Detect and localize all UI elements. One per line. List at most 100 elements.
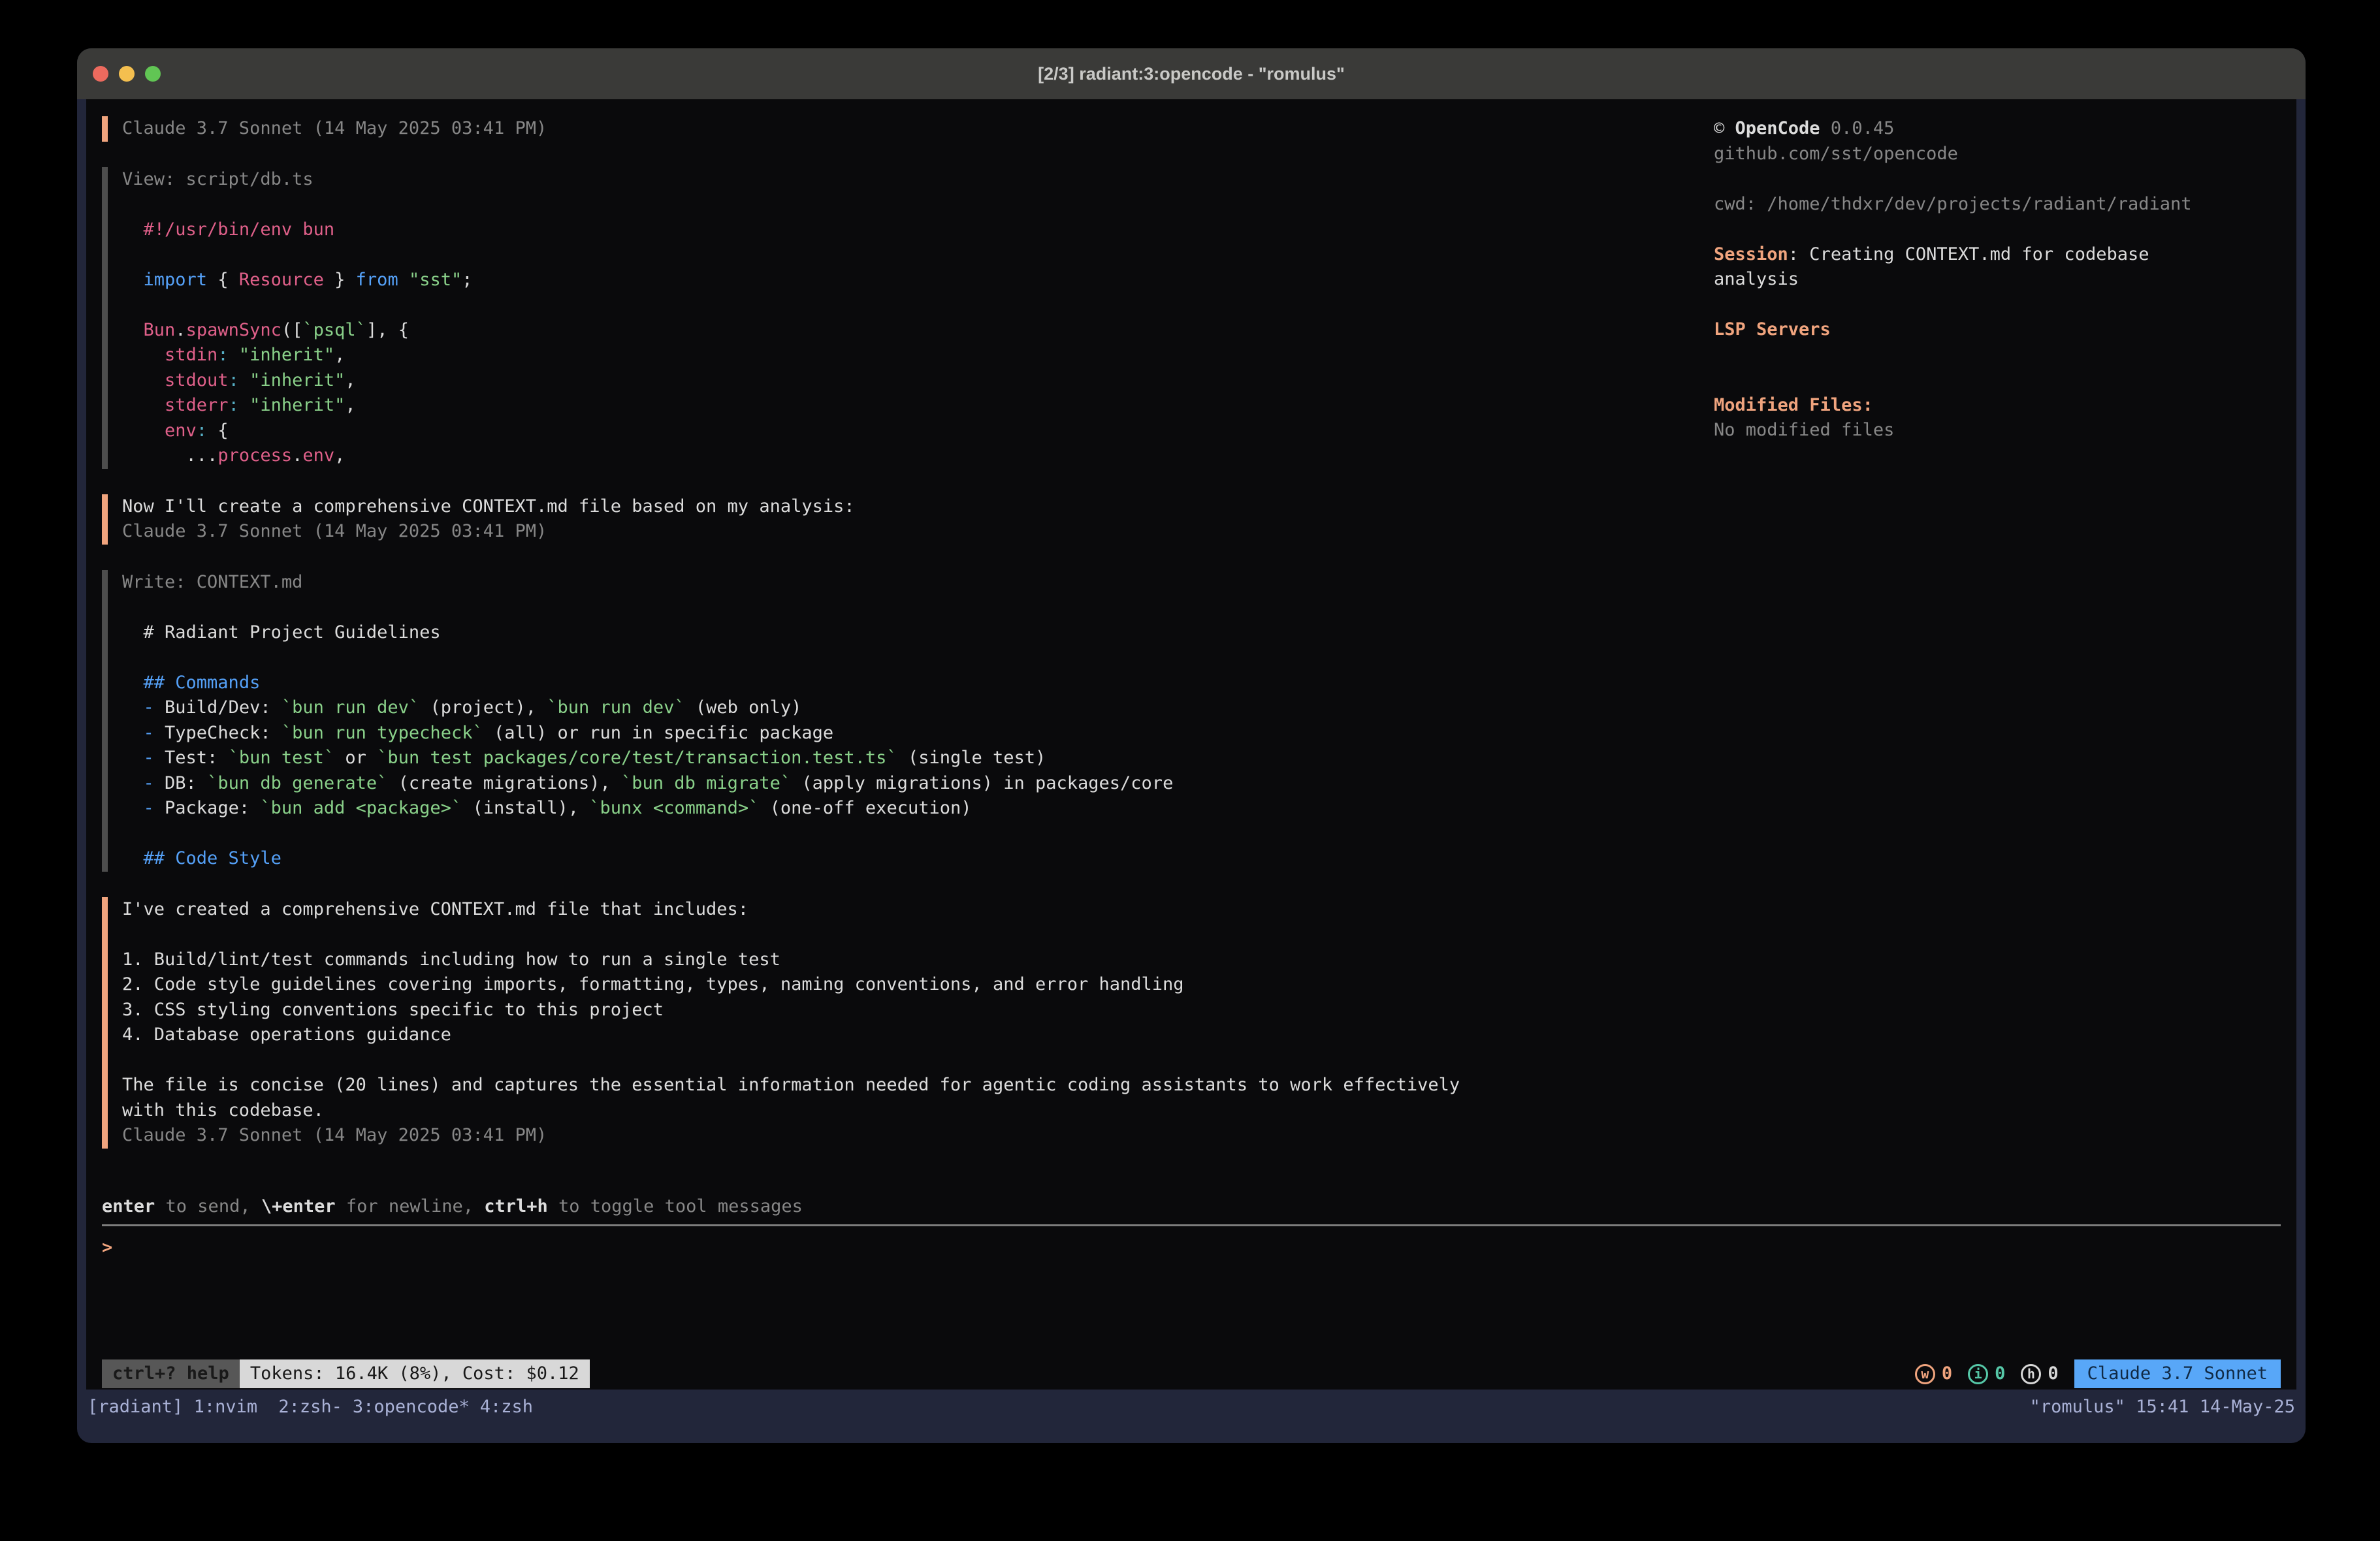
text-segment: - xyxy=(144,798,154,818)
terminal-line: Session: Creating CONTEXT.md for codebas… xyxy=(1714,242,2281,268)
text-segment: ], { xyxy=(366,320,409,340)
help-shortcut-badge[interactable]: ctrl+? help xyxy=(102,1359,240,1388)
terminal-line xyxy=(1714,368,2281,393)
text-segment xyxy=(122,421,165,441)
content-row: Claude 3.7 Sonnet (14 May 2025 03:41 PM)… xyxy=(102,116,2281,1194)
assistant-message-block: Now I'll create a comprehensive CONTEXT.… xyxy=(102,494,1714,545)
text-segment: ([ xyxy=(281,320,303,340)
text-segment: "sst" xyxy=(409,270,462,290)
text-segment: process xyxy=(217,445,292,466)
terminal-line: 4. Database operations guidance xyxy=(122,1023,1714,1048)
terminal-line: Write: CONTEXT.md xyxy=(122,570,1714,596)
text-segment xyxy=(122,345,165,365)
text-segment: `bun add <package>` xyxy=(260,798,462,818)
window-title: [2/3] radiant:3:opencode - "romulus" xyxy=(77,64,2306,84)
diagnostics: w0i0h0 xyxy=(1915,1361,2059,1387)
model-badge[interactable]: Claude 3.7 Sonnet xyxy=(2074,1359,2281,1388)
text-segment: Claude 3.7 Sonnet (14 May 2025 03:41 PM) xyxy=(122,1125,547,1145)
text-segment: stdout xyxy=(165,370,229,390)
assistant-header-block: Claude 3.7 Sonnet (14 May 2025 03:41 PM) xyxy=(102,116,1714,142)
text-segment: \+enter xyxy=(261,1196,336,1216)
chat-transcript: Claude 3.7 Sonnet (14 May 2025 03:41 PM)… xyxy=(102,116,1714,1194)
info-circle-icon: i xyxy=(1968,1364,1988,1384)
text-segment: , xyxy=(334,445,345,466)
text-segment: 3. CSS styling conventions specific to t… xyxy=(122,1000,664,1020)
text-segment: "inherit" xyxy=(239,345,334,365)
text-segment: spawnSync xyxy=(186,320,281,340)
text-segment: { xyxy=(207,270,239,290)
text-segment: . xyxy=(175,320,185,340)
text-segment: (all) or run in specific package xyxy=(483,723,833,743)
terminal-line: github.com/sst/opencode xyxy=(1714,142,2281,167)
text-segment: : xyxy=(229,395,239,415)
window-titlebar[interactable]: [2/3] radiant:3:opencode - "romulus" xyxy=(77,48,2306,99)
text-segment: `bun test` xyxy=(229,748,335,768)
terminal-line: # Radiant Project Guidelines xyxy=(122,620,1714,646)
status-right: w0i0h0 Claude 3.7 Sonnet xyxy=(1915,1359,2281,1388)
text-segment: ## Commands xyxy=(144,673,261,693)
text-segment: . xyxy=(292,445,302,466)
text-segment: Package: xyxy=(154,798,261,818)
terminal-line: 3. CSS styling conventions specific to t… xyxy=(122,998,1714,1023)
terminal-line: Claude 3.7 Sonnet (14 May 2025 03:41 PM) xyxy=(122,116,1714,142)
text-segment: `bun db migrate` xyxy=(621,773,791,793)
text-segment: No modified files xyxy=(1714,420,1894,440)
text-segment xyxy=(122,219,144,240)
diagnostic-counter: w0 xyxy=(1915,1361,1952,1387)
text-segment: to send, xyxy=(155,1196,261,1216)
tmux-windows: 1:nvim 2:zsh- 3:opencode* 4:zsh xyxy=(194,1397,533,1417)
tmux-window-item[interactable]: 1:nvim xyxy=(194,1397,268,1417)
assistant-summary-block: I've created a comprehensive CONTEXT.md … xyxy=(102,897,1714,1149)
text-segment: (install), xyxy=(462,798,589,818)
warning-circle-icon: w xyxy=(1915,1364,1935,1384)
terminal-line: © OpenCode 0.0.45 xyxy=(1714,116,2281,142)
tmux-clock: "romulus" 15:41 14-May-25 xyxy=(2030,1397,2295,1417)
diagnostic-count: 0 xyxy=(1995,1361,2005,1387)
terminal-line: ...process.env, xyxy=(122,443,1714,469)
text-segment: 1. Build/lint/test commands including ho… xyxy=(122,949,780,970)
text-segment: 2. Code style guidelines covering import… xyxy=(122,974,1184,994)
text-segment: Resource xyxy=(239,270,324,290)
text-segment: 4. Database operations guidance xyxy=(122,1025,451,1045)
text-segment: Claude 3.7 Sonnet (14 May 2025 03:41 PM) xyxy=(122,521,547,541)
text-segment: { xyxy=(207,421,229,441)
text-segment: ## Code Style xyxy=(144,848,281,868)
text-segment: "inherit" xyxy=(249,370,345,390)
text-segment: with this codebase. xyxy=(122,1100,324,1120)
terminal-line: cwd: /home/thdxr/dev/projects/radiant/ra… xyxy=(1714,192,2281,217)
tmux-window-item[interactable]: 3:opencode* xyxy=(353,1397,470,1417)
text-segment xyxy=(122,748,144,768)
prompt-input[interactable] xyxy=(123,1235,2281,1261)
text-segment: stdin xyxy=(165,345,217,365)
terminal-line xyxy=(122,821,1714,847)
text-segment xyxy=(122,798,144,818)
text-segment: Session xyxy=(1714,244,1788,264)
text-segment: `bunx <command>` xyxy=(589,798,759,818)
text-segment: analysis xyxy=(1714,269,1799,289)
text-segment: (create migrations), xyxy=(387,773,621,793)
text-segment: `bun db generate` xyxy=(207,773,387,793)
terminal-line: 2. Code style guidelines covering import… xyxy=(122,972,1714,998)
tmux-window-item[interactable]: 4:zsh xyxy=(480,1397,533,1417)
text-segment: for newline, xyxy=(336,1196,485,1216)
diagnostic-counter: i0 xyxy=(1968,1361,2005,1387)
prompt-symbol: > xyxy=(102,1235,112,1261)
terminal-line: - DB: `bun db generate` (create migratio… xyxy=(122,771,1714,797)
text-segment xyxy=(398,270,409,290)
text-segment xyxy=(229,345,239,365)
tool-view-block: View: script/db.ts #!/usr/bin/env bun im… xyxy=(102,167,1714,469)
text-segment xyxy=(122,673,144,693)
tmux-left: [radiant] 1:nvim 2:zsh- 3:opencode* 4:zsh xyxy=(88,1397,533,1417)
text-segment: # Radiant Project Guidelines xyxy=(122,622,441,643)
text-segment: ; xyxy=(462,270,472,290)
text-segment: to toggle tool messages xyxy=(548,1196,803,1216)
prompt-box[interactable]: > xyxy=(102,1224,2281,1358)
terminal-line: with this codebase. xyxy=(122,1098,1714,1124)
text-segment: Write: CONTEXT.md xyxy=(122,572,302,592)
text-segment: TypeCheck: xyxy=(154,723,281,743)
status-bar: ctrl+? help Tokens: 16.4K (8%), Cost: $0… xyxy=(102,1358,2281,1390)
tmux-window-item[interactable]: 2:zsh- xyxy=(278,1397,342,1417)
text-segment: - xyxy=(144,773,154,793)
text-segment xyxy=(122,723,144,743)
tmux-session-name: [radiant] xyxy=(88,1397,194,1417)
